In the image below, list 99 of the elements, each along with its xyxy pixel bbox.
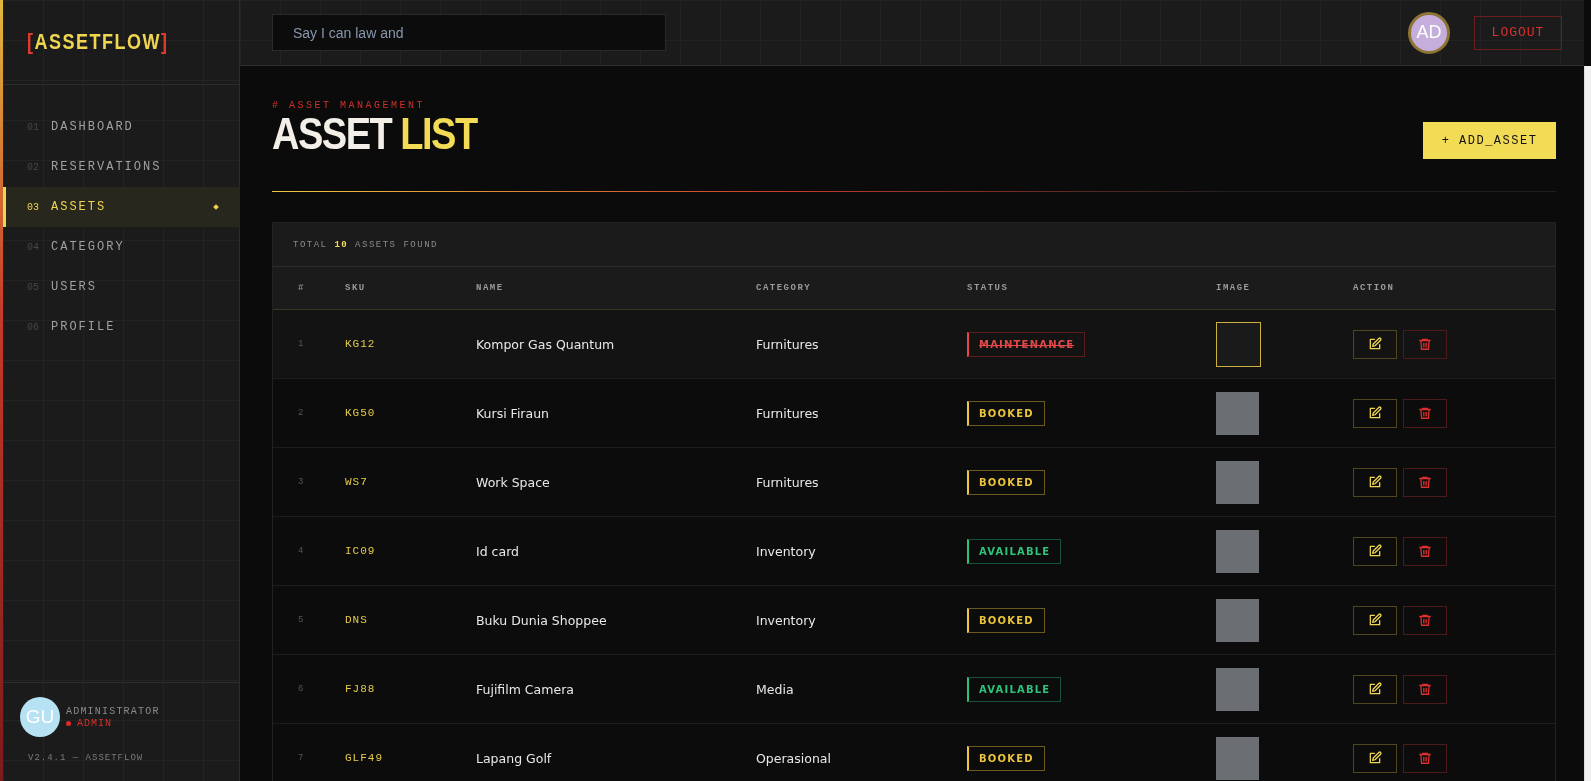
logout-button[interactable]: LOGOUT: [1474, 15, 1562, 50]
delete-button[interactable]: [1403, 605, 1447, 635]
user-avatar: GU: [20, 697, 60, 737]
edit-icon: [1368, 613, 1382, 627]
photo-placeholder: [1216, 391, 1259, 435]
photo-placeholder: [1216, 460, 1259, 504]
category-cell-text: Furnitures: [756, 405, 820, 421]
sku-cell-text: IC09: [345, 545, 377, 557]
table-row[interactable]: 6 FJ88 Fujifilm Camera Media AVAILABLE: [273, 655, 1555, 724]
page-title: ASSET: [272, 109, 392, 159]
delete-button[interactable]: [1403, 467, 1447, 497]
row-number: 1: [298, 339, 305, 349]
sku-cell-text: WS7: [345, 476, 369, 488]
row-number: 4: [298, 546, 305, 556]
edit-icon: [1368, 337, 1382, 351]
section-label: # ASSET MANAGEMENT: [272, 100, 427, 111]
user-role: ADMIN: [77, 717, 112, 729]
photo-placeholder: [1216, 667, 1259, 711]
delete-button[interactable]: [1403, 329, 1447, 359]
row-number: 5: [298, 615, 305, 625]
edit-button[interactable]: [1353, 329, 1397, 359]
table-row[interactable]: 4 IC09 Id card Inventory AVAILABLE: [273, 517, 1555, 586]
edit-icon: [1368, 475, 1382, 489]
photo-placeholder: [1216, 736, 1259, 780]
table-row[interactable]: 2 KG50 Kursi Firaun Furnitures BOOKED: [273, 379, 1555, 448]
table-row[interactable]: 1 KG12 Kompor Gas Quantum Furnitures MAINTENANCE: [273, 310, 1555, 379]
photo-placeholder: [1216, 598, 1259, 642]
row-number: 3: [298, 477, 305, 487]
column-header: IMAGE: [1216, 283, 1252, 293]
column-header: SKU: [345, 283, 367, 293]
trash-icon: [1418, 475, 1432, 489]
name-cell-text: Id card: [476, 543, 520, 559]
edit-icon: [1368, 406, 1382, 420]
status-badge: AVAILABLE: [967, 538, 1062, 564]
name-cell-text: Lapang Golf: [476, 750, 553, 766]
row-number: 6: [298, 684, 305, 694]
edit-button[interactable]: [1353, 743, 1397, 773]
sku-cell-text: FJ88: [345, 683, 377, 695]
edit-icon: [1368, 751, 1382, 765]
status-badge: BOOKED: [967, 400, 1045, 426]
delete-button[interactable]: [1403, 674, 1447, 704]
column-header: NAME: [476, 283, 505, 293]
edit-icon: [1368, 682, 1382, 696]
name-cell-text: Work Space: [476, 474, 551, 490]
delete-button[interactable]: [1403, 398, 1447, 428]
trash-icon: [1418, 751, 1432, 765]
status-badge: AVAILABLE: [967, 676, 1062, 702]
status-dot-icon: [66, 720, 71, 726]
results-summary: TOTAL 10 ASSETS FOUND: [273, 223, 1555, 267]
edit-button[interactable]: [1353, 605, 1397, 635]
row-number: 2: [298, 408, 305, 418]
trash-icon: [1418, 682, 1432, 696]
version-text: V2.4.1 — ASSETFLOW: [27, 753, 145, 763]
name-cell-text: Kursi Firaun: [476, 405, 550, 421]
logo: [ASSETFLOW]: [27, 28, 169, 56]
status-badge: BOOKED: [967, 469, 1045, 495]
sku-cell-text: KG12: [345, 338, 377, 350]
table-row[interactable]: 7 GLF49 Lapang Golf Operasional BOOKED: [273, 724, 1555, 781]
column-header: #: [298, 283, 306, 293]
category-cell-text: Operasional: [756, 750, 832, 766]
table-row[interactable]: 3 WS7 Work Space Furnitures BOOKED: [273, 448, 1555, 517]
photo-placeholder: [1216, 529, 1259, 573]
scrollbar[interactable]: [1584, 66, 1591, 781]
photo-placeholder: [1216, 321, 1261, 367]
row-number: 7: [298, 753, 305, 763]
status-badge: BOOKED: [967, 745, 1045, 771]
delete-button[interactable]: [1403, 536, 1447, 566]
name-cell-text: Buku Dunia Shoppee: [476, 612, 608, 628]
column-header: CATEGORY: [756, 283, 813, 293]
delete-button[interactable]: [1403, 743, 1447, 773]
status-badge: BOOKED: [967, 607, 1045, 633]
status-badge: MAINTENANCE: [967, 331, 1086, 357]
column-header: ACTION: [1353, 283, 1396, 293]
category-cell-text: Media: [756, 681, 795, 697]
name-cell-text: Kompor Gas Quantum: [476, 336, 616, 352]
table-row[interactable]: 5 DNS Buku Dunia Shoppee Inventory BOOKED: [273, 586, 1555, 655]
category-cell-text: Furnitures: [756, 336, 820, 352]
add-asset-button[interactable]: + ADD_ASSET: [1423, 122, 1556, 159]
category-cell-text: Inventory: [756, 543, 817, 559]
edit-button[interactable]: [1353, 398, 1397, 428]
edit-icon: [1368, 544, 1382, 558]
sku-cell-text: KG50: [345, 407, 377, 419]
trash-icon: [1418, 544, 1432, 558]
category-cell-text: Furnitures: [756, 474, 820, 490]
trash-icon: [1418, 613, 1432, 627]
edit-button[interactable]: [1353, 536, 1397, 566]
trash-icon: [1418, 337, 1432, 351]
edit-button[interactable]: [1353, 674, 1397, 704]
page-title-accent: LIST: [400, 109, 477, 159]
sku-cell-text: GLF49: [345, 752, 384, 764]
name-cell-text: Fujifilm Camera: [476, 681, 575, 697]
user-name: ADMINISTRATOR: [66, 705, 160, 717]
edit-button[interactable]: [1353, 467, 1397, 497]
column-header: STATUS: [967, 283, 1010, 293]
nav-item[interactable]: 03 ASSETS: [3, 187, 240, 227]
search-field[interactable]: Say I can law and: [272, 14, 666, 51]
trash-icon: [1418, 406, 1432, 420]
category-cell-text: Inventory: [756, 612, 817, 628]
sku-cell-text: DNS: [345, 614, 369, 626]
